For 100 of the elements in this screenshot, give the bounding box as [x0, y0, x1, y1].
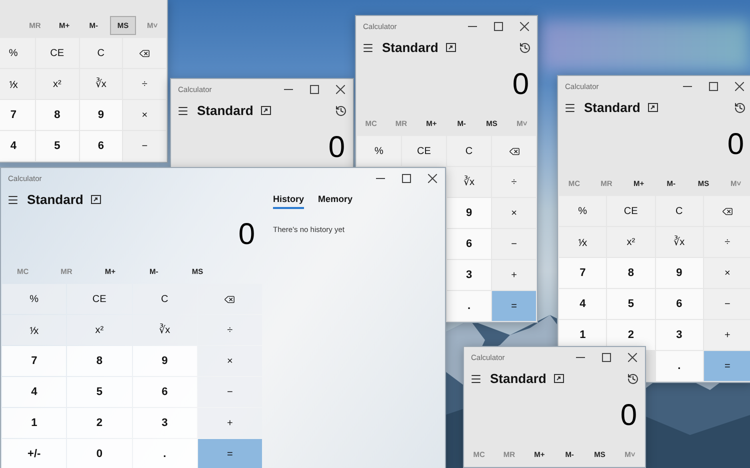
maximize-icon[interactable] — [494, 22, 502, 30]
calculator-key[interactable]: 5 — [607, 289, 654, 319]
calculator-key[interactable]: . — [132, 439, 197, 468]
mode-title: Standard — [584, 100, 640, 115]
calculator-key[interactable]: ⅟x — [0, 69, 35, 99]
mode-title: Standard — [490, 371, 546, 386]
calculator-key[interactable]: 5 — [36, 131, 78, 161]
maximize-icon[interactable] — [402, 174, 410, 182]
history-icon[interactable] — [519, 42, 531, 54]
calculator-key[interactable]: = — [198, 439, 262, 468]
menu-icon[interactable] — [7, 194, 19, 206]
calculator-key[interactable]: x² — [36, 69, 78, 99]
menu-icon[interactable] — [362, 42, 374, 54]
calculator-key[interactable]: ÷ — [123, 69, 166, 99]
calculator-key[interactable]: − — [198, 377, 262, 407]
calculator-key[interactable]: ÷ — [704, 227, 750, 257]
calculator-key[interactable]: + — [704, 320, 750, 350]
close-icon[interactable] — [520, 22, 528, 30]
calculator-key[interactable]: 9 — [447, 198, 491, 228]
calculator-key[interactable]: ∛x — [80, 69, 122, 99]
calculator-key[interactable]: − — [123, 131, 166, 161]
calculator-key[interactable]: 9 — [80, 100, 122, 130]
history-icon[interactable] — [627, 372, 639, 384]
calculator-key[interactable]: % — [357, 136, 401, 166]
calculator-key[interactable]: % — [559, 196, 606, 226]
calculator-key[interactable]: 7 — [559, 258, 606, 288]
calculator-key[interactable]: 6 — [656, 289, 703, 319]
calculator-key[interactable]: = — [492, 291, 536, 321]
close-icon[interactable] — [734, 82, 744, 90]
calculator-key[interactable]: C — [656, 196, 703, 226]
calculator-key[interactable]: × — [704, 258, 750, 288]
history-icon[interactable] — [335, 104, 347, 116]
mode-title: Standard — [197, 103, 254, 118]
calculator-key[interactable]: % — [0, 38, 35, 68]
calculator-key[interactable]: 3 — [447, 260, 491, 290]
maximize-icon[interactable] — [602, 352, 610, 362]
calculator-key[interactable]: CE — [67, 284, 132, 314]
calculator-key[interactable]: C — [447, 136, 491, 166]
calculator-key[interactable]: 8 — [607, 258, 654, 288]
history-icon[interactable] — [734, 102, 746, 114]
keep-on-top-icon[interactable] — [446, 43, 456, 52]
minimize-icon[interactable] — [576, 356, 584, 358]
maximize-icon[interactable] — [708, 82, 718, 90]
backspace-icon — [139, 48, 150, 58]
calculator-key[interactable]: CE — [36, 38, 78, 68]
calculator-key[interactable]: 7 — [2, 346, 66, 376]
calculator-key[interactable]: 6 — [447, 229, 491, 259]
calculator-key[interactable]: 8 — [36, 100, 78, 130]
menu-icon[interactable] — [564, 102, 576, 114]
menu-icon[interactable] — [177, 104, 189, 116]
minimize-icon[interactable] — [284, 88, 292, 90]
calculator-key[interactable]: 4 — [559, 289, 606, 319]
keep-on-top-icon[interactable] — [648, 103, 658, 112]
calculator-key[interactable]: 4 — [2, 377, 66, 407]
calculator-key[interactable]: = — [704, 351, 750, 381]
menu-icon[interactable] — [470, 372, 482, 384]
calculator-key[interactable]: − — [704, 289, 750, 319]
close-icon[interactable] — [428, 174, 436, 182]
calculator-key[interactable]: 9 — [132, 346, 197, 376]
calculator-key[interactable]: ∛x — [656, 227, 703, 257]
close-icon[interactable] — [628, 352, 636, 362]
backspace-icon — [224, 294, 236, 304]
calculator-key[interactable]: % — [2, 284, 66, 314]
calculator-key[interactable]: 0 — [67, 439, 132, 468]
calculator-key[interactable]: 3 — [656, 320, 703, 350]
calculator-key[interactable]: x² — [607, 227, 654, 257]
calculator-key[interactable]: CE — [607, 196, 654, 226]
calculator-key[interactable]: 7 — [0, 100, 35, 130]
calculator-key[interactable]: ⅟x — [559, 227, 606, 257]
calculator-key[interactable]: + — [492, 260, 536, 290]
calculator-key[interactable]: 1 — [2, 408, 66, 438]
close-icon[interactable] — [336, 84, 344, 94]
calculator-key[interactable]: ∛x — [447, 167, 491, 197]
calculator-key[interactable]: ⅟x — [2, 315, 66, 345]
calculator-key[interactable]: CE — [402, 136, 446, 166]
calculator-key[interactable]: 3 — [132, 408, 197, 438]
calculator-key[interactable]: ÷ — [492, 167, 536, 197]
backspace-icon — [722, 206, 733, 216]
calculator-key[interactable]: × — [492, 198, 536, 228]
calculator-key[interactable]: C — [80, 38, 122, 68]
calculator-key[interactable]: − — [492, 229, 536, 259]
calculator-key[interactable]: 5 — [67, 377, 132, 407]
keep-on-top-icon[interactable] — [554, 374, 564, 383]
calculator-key[interactable]: 8 — [67, 346, 132, 376]
panel-tab[interactable]: History — [273, 190, 304, 208]
calculator-key[interactable]: +/- — [2, 439, 66, 468]
calculator-key[interactable]: 9 — [656, 258, 703, 288]
calculator-key[interactable]: × — [123, 100, 166, 130]
keep-on-top-icon[interactable] — [261, 106, 272, 115]
calculator-key[interactable]: 2 — [67, 408, 132, 438]
calculator-key[interactable]: 4 — [0, 131, 35, 161]
calculator-key[interactable]: 6 — [80, 131, 122, 161]
display-value: 0 — [512, 70, 529, 100]
calculator-key[interactable]: . — [447, 291, 491, 321]
keep-on-top-icon[interactable] — [91, 195, 102, 204]
panel-tab[interactable]: Memory — [318, 190, 353, 208]
calculator-key[interactable]: . — [656, 351, 703, 381]
calculator-key[interactable]: 6 — [132, 377, 197, 407]
display-value: 0 — [620, 401, 637, 431]
maximize-icon[interactable] — [310, 84, 318, 94]
